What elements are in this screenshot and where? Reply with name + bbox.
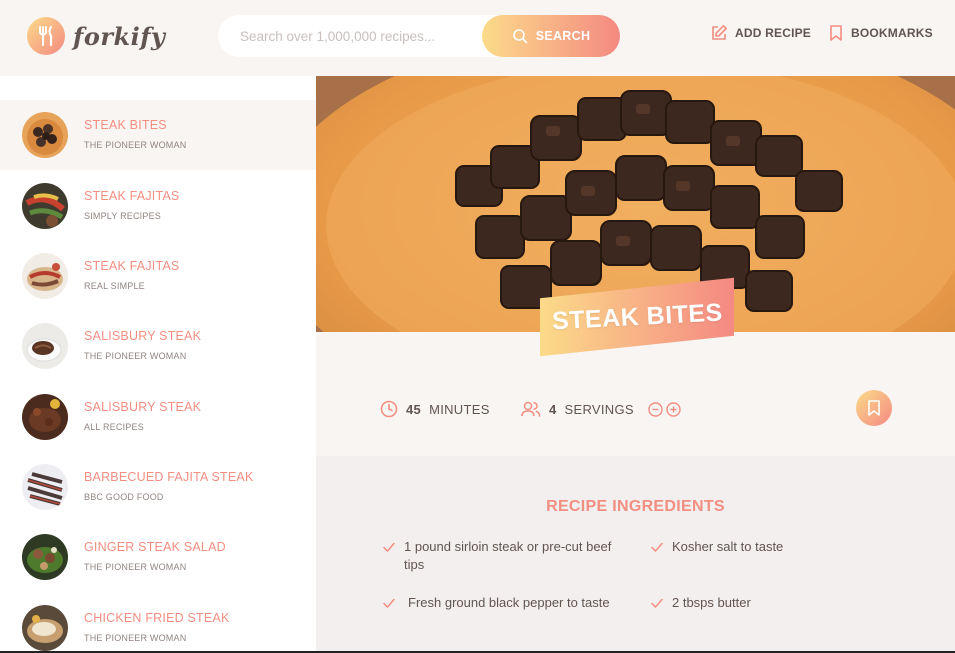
recipe-view: STEAK BITES 45 MINUTES 4 SERVINGS RECIPE… (316, 76, 955, 651)
minutes-label: MINUTES (429, 401, 490, 417)
bookmark-recipe-button[interactable] (856, 390, 892, 426)
check-icon (651, 598, 663, 608)
servings-value: 4 (549, 401, 557, 417)
recipe-thumbnail (22, 394, 68, 440)
bookmarks-button[interactable]: BOOKMARKS (828, 24, 933, 42)
result-publisher: THE PIONEER WOMAN (84, 140, 187, 150)
servings-label: SERVINGS (564, 401, 634, 417)
result-title: CHICKEN FRIED STEAK (84, 611, 230, 625)
clock-icon (380, 400, 398, 418)
result-item[interactable]: BARBECUED FAJITA STEAK BBC GOOD FOOD (0, 452, 316, 522)
search-button[interactable]: SEARCH (482, 15, 620, 57)
result-item[interactable]: SALISBURY STEAK ALL RECIPES (0, 382, 316, 452)
recipe-thumbnail (22, 464, 68, 510)
check-icon (383, 542, 395, 552)
servings: 4 SERVINGS (521, 400, 681, 418)
recipe-details: 45 MINUTES 4 SERVINGS (316, 332, 955, 456)
ingredient-item: 2 tbsps butter (650, 594, 900, 614)
check-icon (383, 598, 395, 608)
bookmark-icon (830, 25, 842, 41)
recipe-thumbnail (22, 183, 68, 229)
result-title: STEAK BITES (84, 118, 167, 132)
result-item[interactable]: STEAK FAJITAS REAL SIMPLE (0, 241, 316, 311)
result-item[interactable]: CHICKEN FRIED STEAK THE PIONEER WOMAN (0, 593, 316, 653)
servings-controls (648, 401, 681, 417)
cooking-time: 45 MINUTES (380, 400, 490, 418)
result-title: STEAK FAJITAS (84, 259, 180, 273)
result-item[interactable]: STEAK BITES THE PIONEER WOMAN (0, 100, 316, 170)
ingredient-text: Kosher salt to taste (672, 539, 784, 554)
ingredients-heading: RECIPE INGREDIENTS (546, 498, 725, 515)
result-publisher: THE PIONEER WOMAN (84, 562, 187, 572)
result-title: GINGER STEAK SALAD (84, 540, 226, 554)
recipe-thumbnail (22, 112, 68, 158)
search-input[interactable] (240, 15, 480, 57)
fork-knife-icon (27, 17, 65, 55)
ingredient-item: 1 pound sirloin steak or pre-cut beef ti… (382, 538, 632, 578)
result-item[interactable]: STEAK FAJITAS SIMPLY RECIPES (0, 171, 316, 241)
result-item[interactable]: GINGER STEAK SALAD THE PIONEER WOMAN (0, 522, 316, 592)
add-recipe-button[interactable]: ADD RECIPE (710, 24, 811, 42)
result-publisher: THE PIONEER WOMAN (84, 633, 187, 643)
recipe-thumbnail (22, 534, 68, 580)
search-form: SEARCH (218, 15, 620, 57)
bookmarks-label: BOOKMARKS (851, 26, 933, 40)
result-item[interactable]: SALISBURY STEAK THE PIONEER WOMAN (0, 311, 316, 381)
plus-circle-icon[interactable] (666, 401, 681, 417)
check-icon (651, 542, 663, 552)
result-title: STEAK FAJITAS (84, 189, 180, 203)
ingredient-text: 2 tbsps butter (672, 595, 751, 610)
recipe-ingredients: RECIPE INGREDIENTS 1 pound sirloin steak… (316, 456, 955, 651)
minutes-value: 45 (406, 401, 422, 417)
recipe-thumbnail (22, 605, 68, 651)
result-publisher: ALL RECIPES (84, 422, 144, 432)
search-results: STEAK BITES THE PIONEER WOMAN STEAK FAJI… (0, 76, 316, 651)
users-icon (521, 401, 541, 417)
recipe-thumbnail (22, 253, 68, 299)
ingredient-text: 1 pound sirloin steak or pre-cut beef ti… (404, 539, 612, 572)
logo[interactable]: forkify (27, 17, 166, 55)
add-recipe-label: ADD RECIPE (735, 26, 812, 40)
logo-text: forkify (73, 21, 166, 51)
header: forkify SEARCH ADD RECIPE BOOKMARKS (0, 0, 955, 76)
search-button-label: SEARCH (535, 29, 591, 43)
minus-circle-icon[interactable] (648, 401, 663, 417)
result-publisher: SIMPLY RECIPES (84, 211, 161, 221)
result-title: SALISBURY STEAK (84, 400, 202, 414)
ingredient-item: Fresh ground black pepper to taste (382, 594, 632, 614)
result-publisher: THE PIONEER WOMAN (84, 351, 187, 361)
bookmark-icon (868, 400, 880, 416)
edit-icon (712, 25, 727, 40)
result-title: BARBECUED FAJITA STEAK (84, 470, 254, 484)
ingredient-item: Kosher salt to taste (650, 538, 900, 558)
ingredient-text: Fresh ground black pepper to taste (408, 595, 610, 610)
result-publisher: BBC GOOD FOOD (84, 492, 164, 502)
result-title: SALISBURY STEAK (84, 329, 202, 343)
recipe-thumbnail (22, 323, 68, 369)
search-icon (512, 29, 528, 44)
result-publisher: REAL SIMPLE (84, 281, 145, 291)
